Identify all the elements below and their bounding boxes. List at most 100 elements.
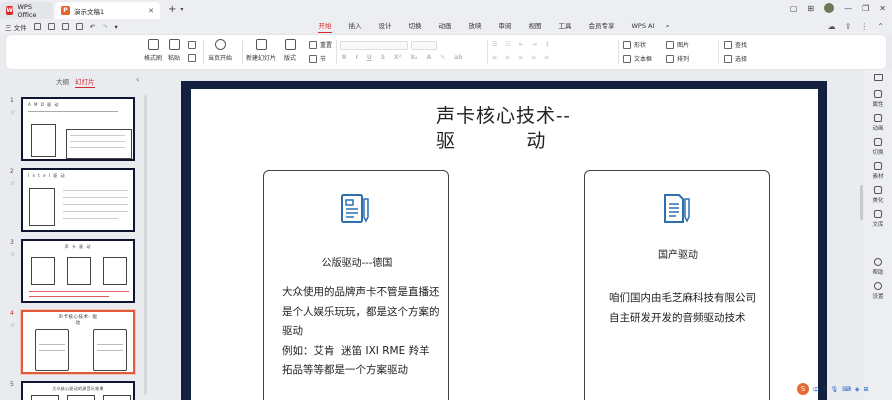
library-button[interactable]: 文库 xyxy=(864,210,892,228)
align-right-icon[interactable]: ≡ xyxy=(518,54,523,61)
current-slide[interactable]: 声卡核心技术-- 驱 动 公版驱动---德国 大众使用的品牌声卡不管是直播还是个… xyxy=(191,89,818,400)
settings-button[interactable]: 设置 xyxy=(864,282,892,300)
close-tab-icon[interactable]: ✕ xyxy=(148,7,154,15)
font-color-icon[interactable]: A xyxy=(427,54,432,61)
layout-button[interactable]: 版式 xyxy=(284,39,296,62)
star-icon[interactable]: ☆ xyxy=(10,180,15,187)
reset-button[interactable]: 重置 xyxy=(309,40,332,49)
tab-tools[interactable]: 工具 xyxy=(550,19,580,34)
transition-button[interactable]: 切换 xyxy=(864,138,892,156)
tab-slideshow[interactable]: 放映 xyxy=(460,19,490,34)
tab-view[interactable]: 视图 xyxy=(520,19,550,34)
print-icon[interactable] xyxy=(61,23,69,30)
font-family-select[interactable] xyxy=(340,41,408,50)
left-content-card[interactable]: 公版驱动---德国 大众使用的品牌声卡不管是直播还是个人娱乐玩玩，都是这个方案的… xyxy=(263,170,449,400)
select-button[interactable]: 选择 xyxy=(724,54,747,63)
align-left-icon[interactable]: ≡ xyxy=(492,54,497,61)
underline-icon[interactable]: U xyxy=(367,54,372,61)
tab-start[interactable]: 开始 xyxy=(310,19,340,34)
tab-member[interactable]: 会员专享 xyxy=(580,19,623,34)
material-button[interactable]: 素材 xyxy=(864,162,892,180)
superscript-icon[interactable]: X² xyxy=(394,54,401,61)
share-icon[interactable]: ⇪ xyxy=(845,22,852,31)
tab-insert[interactable]: 插入 xyxy=(340,19,370,34)
star-icon[interactable]: ☆ xyxy=(10,109,15,116)
minimize-icon[interactable]: — xyxy=(844,4,852,13)
tab-review[interactable]: 审阅 xyxy=(490,19,520,34)
find-button[interactable]: 查找 xyxy=(724,40,747,49)
print-preview-icon[interactable] xyxy=(75,23,83,30)
shape-button[interactable]: 形状 xyxy=(623,40,646,49)
redo-icon[interactable]: ↷ xyxy=(102,23,107,31)
search-icon[interactable]: ⌕ xyxy=(663,19,673,34)
help-button[interactable]: 帮助 xyxy=(864,258,892,276)
decrease-indent-icon[interactable]: ⇤ xyxy=(519,41,524,48)
right-content-card[interactable]: 国产驱动 咱们国内由毛芝麻科技有限公司自主研发开发的音频驱动技术 xyxy=(584,170,770,400)
char-spacing-icon[interactable]: ab xyxy=(454,54,462,61)
paste-button[interactable]: 粘贴 xyxy=(168,39,180,62)
tab-design[interactable]: 设计 xyxy=(370,19,400,34)
keyboard-icon[interactable]: ⌨ xyxy=(842,386,851,393)
strikethrough-icon[interactable]: S xyxy=(381,54,385,61)
sogou-logo-icon[interactable]: S xyxy=(797,383,809,395)
undo-icon[interactable]: ↶ xyxy=(90,23,95,31)
justify-icon[interactable]: ≡ xyxy=(531,54,536,61)
picture-button[interactable]: 图片 xyxy=(666,40,689,49)
canvas-scrollbar[interactable] xyxy=(860,185,863,220)
numbered-list-icon[interactable]: ☷ xyxy=(505,41,510,48)
cut-button[interactable] xyxy=(188,41,199,49)
bullet-list-icon[interactable]: ☰ xyxy=(492,41,497,48)
section-button[interactable]: 节 xyxy=(309,54,326,63)
save-icon[interactable] xyxy=(33,23,41,30)
slide-thumbnail[interactable]: A M D 驱 动 xyxy=(21,97,135,161)
tab-outline[interactable]: 大纲 xyxy=(56,76,69,86)
play-from-current-button[interactable]: 当页开始 xyxy=(208,39,232,62)
tab-transition[interactable]: 切换 xyxy=(400,19,430,34)
tile-icon[interactable]: ⊞ xyxy=(807,4,814,13)
slide-thumbnail[interactable]: I n t e l 驱 动 xyxy=(21,168,135,232)
increase-indent-icon[interactable]: ⇥ xyxy=(532,41,537,48)
subscript-icon[interactable]: X₂ xyxy=(410,54,417,61)
star-icon[interactable]: ☆ xyxy=(10,251,15,258)
window-layout-icon[interactable]: ▢ xyxy=(790,4,798,13)
arrange-button[interactable]: 排列 xyxy=(666,54,689,63)
tab-document[interactable]: P 演示文稿1 ✕ xyxy=(55,2,160,19)
tab-slides[interactable]: 幻灯片 xyxy=(75,76,95,88)
ime-mode-label[interactable]: 中 xyxy=(813,385,819,394)
distribute-icon[interactable]: ≡ xyxy=(544,54,549,61)
avatar[interactable] xyxy=(824,3,835,13)
chevron-up-icon[interactable]: ⌃ xyxy=(877,22,884,31)
bold-icon[interactable]: B xyxy=(342,54,347,61)
collapse-panel-icon[interactable]: ‹ xyxy=(136,75,139,84)
punctuation-icon[interactable]: ◦ xyxy=(823,386,827,393)
thumbnail-scrollbar[interactable] xyxy=(144,95,147,395)
textbox-button[interactable]: 文本框 xyxy=(623,54,652,63)
toolbox-icon[interactable]: ⊞ xyxy=(863,386,868,393)
tab-animation[interactable]: 动画 xyxy=(430,19,460,34)
slide-title[interactable]: 声卡核心技术-- 驱 动 xyxy=(436,104,596,154)
slide-thumbnail[interactable]: 声卡核心技术- 驱 动 xyxy=(21,310,135,374)
add-tab-icon[interactable]: + xyxy=(168,4,176,15)
maximize-icon[interactable]: ❐ xyxy=(862,4,869,13)
italic-icon[interactable]: I xyxy=(356,54,358,61)
file-menu[interactable]: 三 文件 xyxy=(5,22,27,32)
copy-button[interactable] xyxy=(188,54,199,62)
slide-thumbnail[interactable]: 大众核心驱动的源音乐效果 xyxy=(21,381,135,400)
properties-button[interactable]: 属性 xyxy=(864,90,892,108)
panel-toggle-icon[interactable] xyxy=(874,74,883,81)
line-spacing-icon[interactable]: ↕ xyxy=(545,41,550,48)
slide-thumbnail[interactable]: 声 卡 驱 动 xyxy=(21,239,135,303)
more-icon[interactable]: ⋮ xyxy=(860,22,868,31)
export-icon[interactable] xyxy=(47,23,55,30)
microphone-icon[interactable]: 🎙 xyxy=(831,386,839,393)
star-icon[interactable]: ☆ xyxy=(10,322,15,329)
chevron-down-icon[interactable]: ▾ xyxy=(180,6,183,13)
tab-wps-ai[interactable]: WPS AI xyxy=(623,19,663,34)
skin-icon[interactable]: ◈ xyxy=(855,386,860,393)
beautify-button[interactable]: 美化 xyxy=(864,186,892,204)
align-center-icon[interactable]: ≡ xyxy=(505,54,510,61)
cloud-sync-icon[interactable]: ☁ xyxy=(828,22,836,31)
font-size-select[interactable] xyxy=(411,41,437,50)
format-painter-button[interactable]: 格式刷 xyxy=(144,39,162,62)
new-slide-button[interactable]: 新建幻灯片 xyxy=(246,39,276,62)
